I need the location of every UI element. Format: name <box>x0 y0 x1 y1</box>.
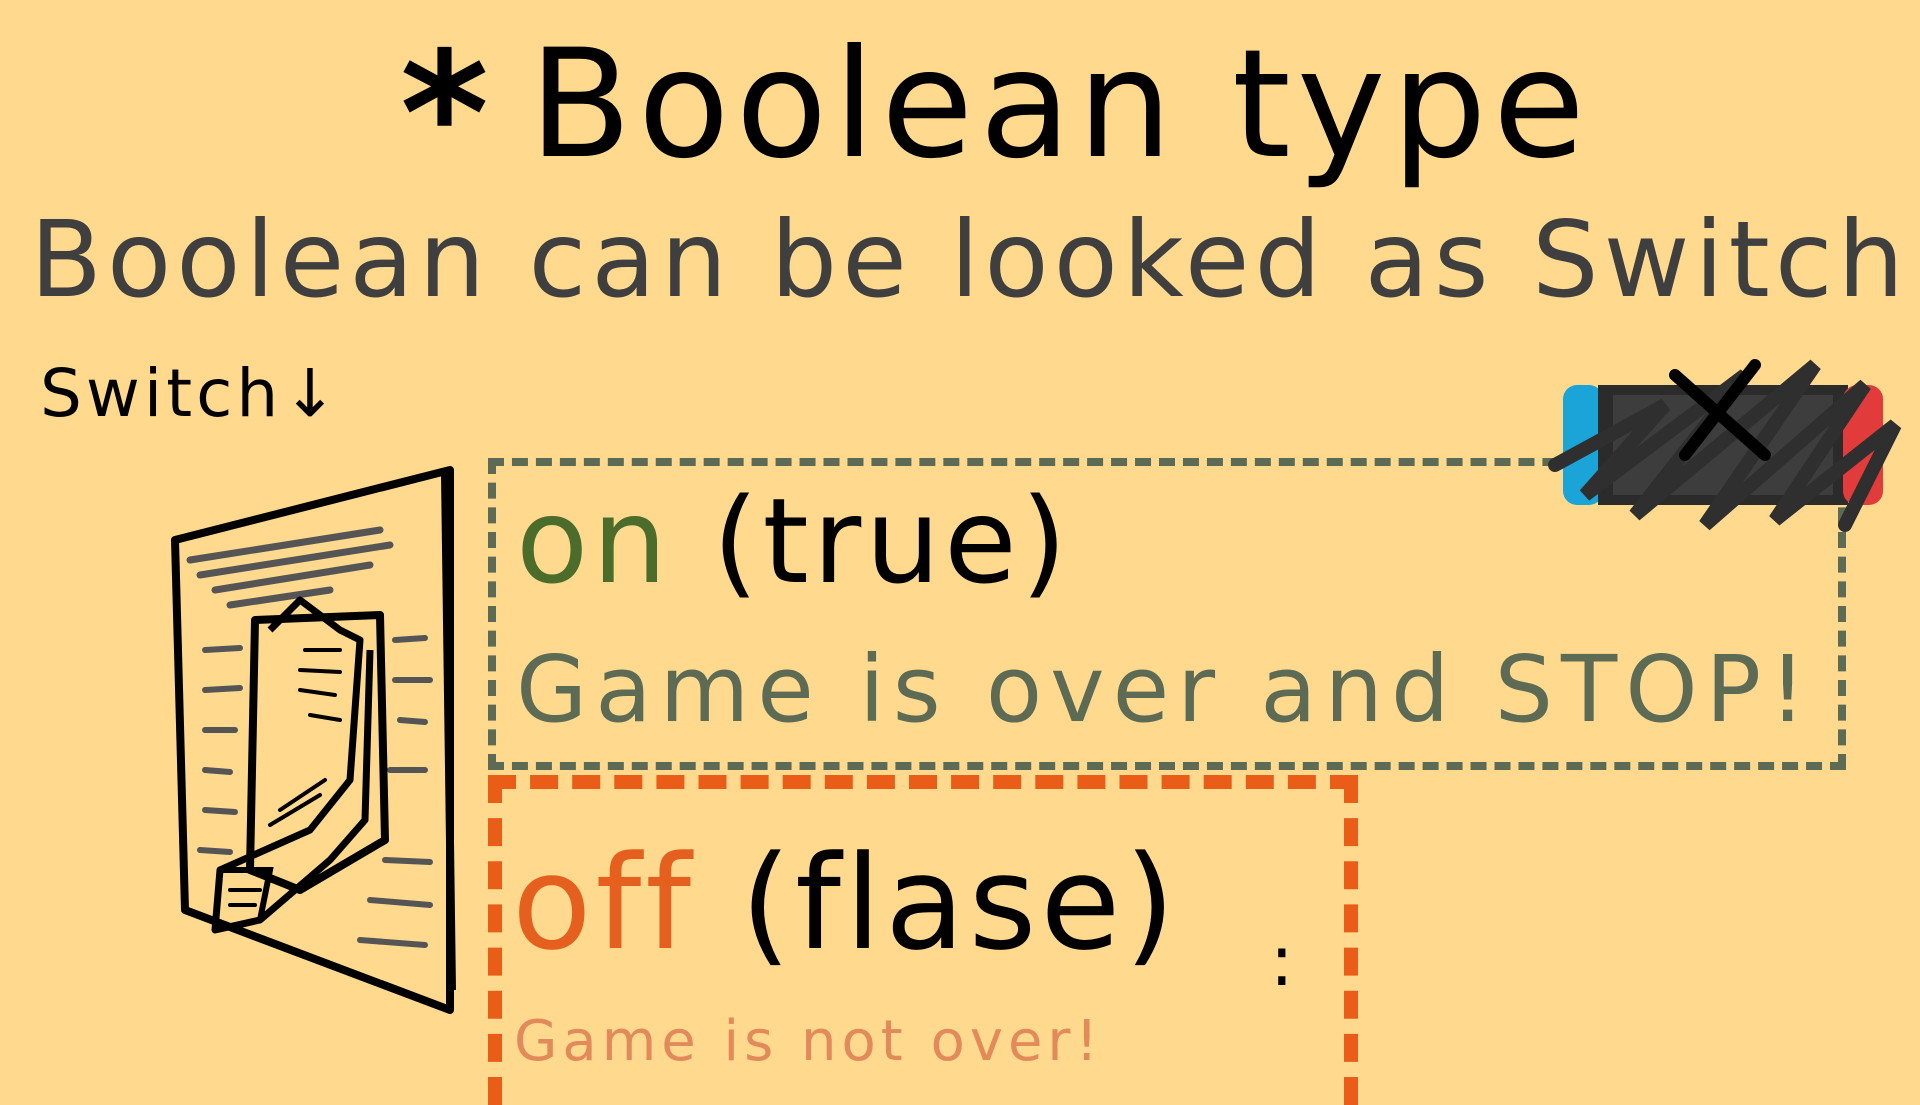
on-heading: on (true) <box>516 472 1071 610</box>
on-description: Game is over and STOP! <box>516 636 1814 743</box>
on-value: (true) <box>712 472 1071 610</box>
off-keyword: off <box>512 827 696 979</box>
off-false-box: off (flase) Game is not over! <box>488 775 1358 1105</box>
title-text: Boolean type <box>528 18 1592 192</box>
title: * Boolean type <box>400 10 1600 200</box>
game-console-icon <box>1548 359 1902 532</box>
light-switch-icon <box>171 466 456 1014</box>
title-star: * <box>400 16 489 214</box>
off-colon: : <box>1270 920 1294 1002</box>
on-keyword: on <box>516 472 671 610</box>
off-description: Game is not over! <box>514 1009 1103 1074</box>
subtitle: Boolean can be looked as Switch <box>30 199 1910 321</box>
off-value: (flase) <box>740 827 1180 979</box>
switch-label: Switch↓ <box>40 355 342 432</box>
off-heading: off (flase) <box>512 827 1180 979</box>
